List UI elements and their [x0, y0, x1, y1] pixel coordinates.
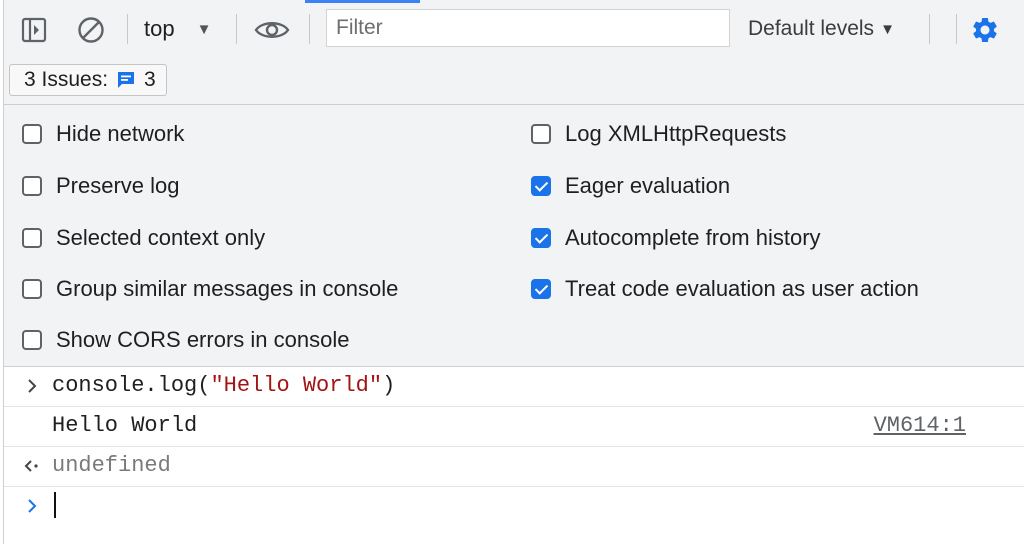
- console-log-row: Hello World VM614:1: [4, 407, 1024, 447]
- filter-input[interactable]: [326, 9, 730, 47]
- clear-icon: [78, 17, 104, 43]
- log-levels-dropdown[interactable]: Default levels ▼: [748, 13, 895, 45]
- issues-label: 3 Issues:: [24, 68, 109, 91]
- issues-counter-button[interactable]: 3 Issues: 3: [9, 64, 167, 96]
- treat-code-eval-option[interactable]: Treat code evaluation as user action: [531, 274, 919, 304]
- log-xhr-checkbox[interactable]: [531, 124, 551, 144]
- autocomplete-history-checkbox[interactable]: [531, 228, 551, 248]
- show-cors-label: Show CORS errors in console: [56, 327, 350, 352]
- group-similar-label: Group similar messages in console: [56, 276, 399, 301]
- hide-network-label: Hide network: [56, 121, 185, 146]
- toggle-sidebar-button[interactable]: [18, 14, 50, 46]
- preserve-log-label: Preserve log: [56, 173, 180, 198]
- group-similar-option[interactable]: Group similar messages in console: [22, 274, 398, 304]
- command-text: console.log(: [52, 373, 211, 398]
- console-log-output: Hello World: [52, 413, 198, 438]
- console-input-command: console.log("Hello World"): [52, 373, 395, 398]
- selected-context-checkbox[interactable]: [22, 228, 42, 248]
- command-string: "Hello World": [210, 373, 383, 398]
- hide-network-checkbox[interactable]: [22, 124, 42, 144]
- treat-code-eval-label: Treat code evaluation as user action: [565, 276, 919, 301]
- eager-evaluation-option[interactable]: Eager evaluation: [531, 171, 730, 201]
- toolbar-separator: [929, 14, 930, 44]
- prompt-chevron-icon: [28, 499, 37, 513]
- context-selector[interactable]: top ▼: [144, 13, 211, 45]
- log-xhr-option[interactable]: Log XMLHttpRequests: [531, 119, 786, 149]
- toolbar-separator: [236, 14, 237, 44]
- show-cors-checkbox[interactable]: [22, 330, 42, 350]
- log-levels-label: Default levels: [748, 17, 875, 40]
- toolbar-separator: [956, 14, 957, 44]
- return-arrow-icon: [24, 460, 38, 472]
- console-prompt[interactable]: [4, 487, 1024, 537]
- source-link[interactable]: VM614:1: [874, 413, 966, 438]
- console-toolbar: top ▼ Default levels ▼: [4, 0, 1024, 58]
- console-settings-button[interactable]: [968, 13, 1002, 47]
- issues-bar: 3 Issues: 3: [4, 58, 1024, 105]
- console-result-value: undefined: [52, 453, 171, 478]
- hide-network-option[interactable]: Hide network: [22, 119, 184, 149]
- toolbar-separator: [127, 14, 128, 44]
- autocomplete-history-label: Autocomplete from history: [565, 225, 821, 250]
- log-xhr-label: Log XMLHttpRequests: [565, 121, 787, 146]
- console-settings-pane: Hide network Preserve log Selected conte…: [4, 105, 1024, 367]
- selected-context-option[interactable]: Selected context only: [22, 223, 265, 253]
- console-input-row: console.log("Hello World"): [4, 367, 1024, 407]
- focus-accent-bar: [305, 0, 420, 3]
- gear-icon: [973, 17, 997, 42]
- console-result-row: undefined: [4, 447, 1024, 487]
- eager-evaluation-checkbox[interactable]: [531, 176, 551, 196]
- chevron-right-icon: [28, 379, 37, 393]
- text-caret: [54, 492, 56, 518]
- clear-console-button[interactable]: [74, 14, 108, 46]
- preserve-log-checkbox[interactable]: [22, 176, 42, 196]
- autocomplete-history-option[interactable]: Autocomplete from history: [531, 223, 821, 253]
- issues-count: 3: [144, 68, 156, 91]
- eye-icon: [254, 22, 290, 38]
- chevron-down-icon: ▼: [880, 20, 895, 38]
- toolbar-separator: [309, 14, 310, 44]
- group-similar-checkbox[interactable]: [22, 279, 42, 299]
- sidebar-icon: [21, 17, 47, 43]
- preserve-log-option[interactable]: Preserve log: [22, 171, 180, 201]
- live-expression-button[interactable]: [253, 14, 291, 46]
- eager-evaluation-label: Eager evaluation: [565, 173, 731, 198]
- command-close: ): [382, 373, 396, 398]
- selected-context-label: Selected context only: [56, 225, 266, 250]
- console-messages: console.log("Hello World") Hello World V…: [4, 367, 1024, 544]
- show-cors-option[interactable]: Show CORS errors in console: [22, 325, 349, 355]
- treat-code-eval-checkbox[interactable]: [531, 279, 551, 299]
- message-icon: [118, 72, 135, 88]
- chevron-down-icon: ▼: [196, 20, 212, 38]
- context-label: top: [144, 16, 175, 41]
